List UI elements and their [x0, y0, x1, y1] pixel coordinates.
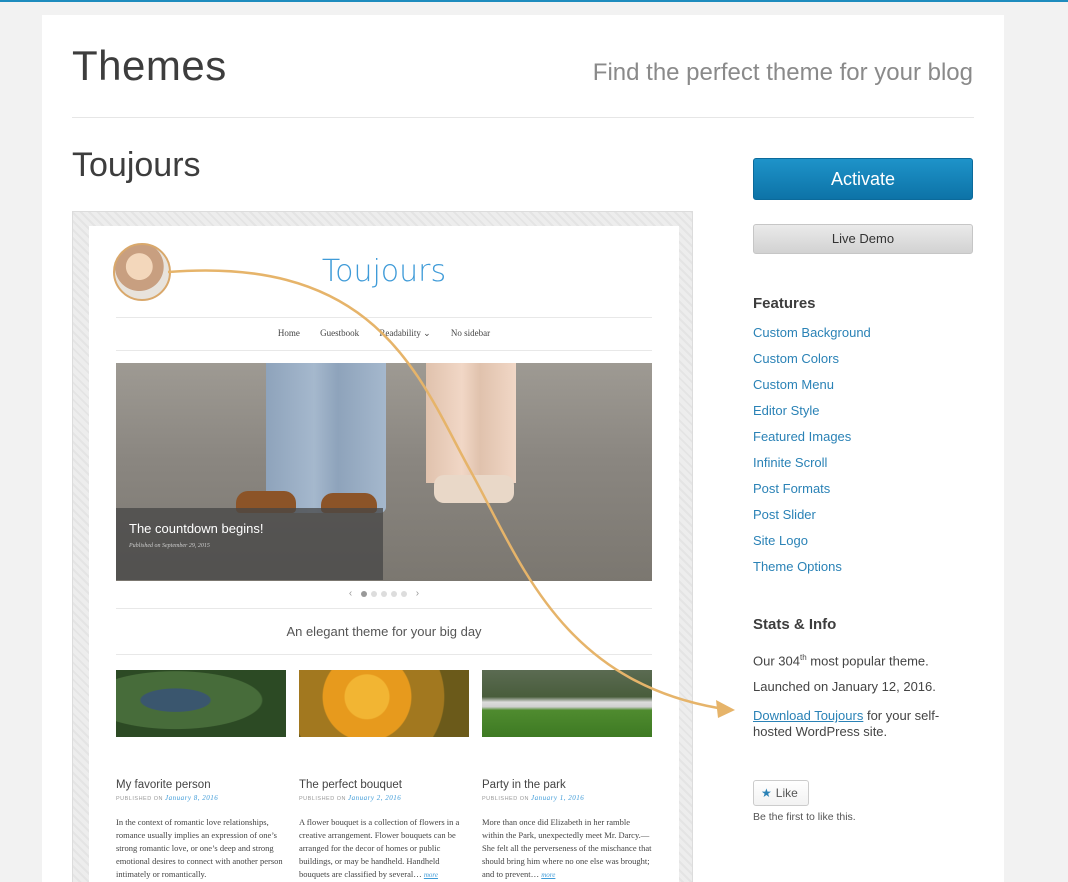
post-thumbnail [299, 670, 469, 737]
post-more-link[interactable]: more [424, 871, 438, 879]
preview-menu-item: Guestbook [320, 328, 360, 338]
feature-link[interactable]: Post Formats [753, 481, 871, 507]
page-title: Themes [72, 42, 227, 89]
header-divider [72, 117, 974, 118]
slide-caption: The countdown begins! Published on Septe… [116, 508, 383, 580]
preview-tagline: An elegant theme for your big day [286, 624, 482, 639]
theme-preview-frame: Toujours Home Guestbook Readability ⌄ No… [72, 211, 693, 882]
preview-rule [116, 350, 652, 351]
post-excerpt: A flower bouquet is a collection of flow… [299, 817, 460, 879]
page-tagline: Find the perfect theme for your blog [592, 59, 973, 86]
chevron-right-icon: › [415, 588, 420, 599]
preview-slider-image: The countdown begins! Published on Septe… [116, 363, 652, 581]
post-title: The perfect bouquet [299, 779, 402, 791]
post-title: My favorite person [116, 779, 211, 791]
post-thumbnail [482, 670, 652, 737]
slide-title: The countdown begins! [129, 521, 264, 536]
slider-dot [361, 590, 367, 597]
feature-link[interactable]: Featured Images [753, 429, 871, 455]
popularity-stat: Our 304th most popular theme. [753, 653, 929, 669]
star-icon: ★ [761, 786, 772, 800]
preview-post: My favorite person PUBLISHED ON January … [116, 670, 286, 881]
like-note: Be the first to like this. [753, 811, 856, 823]
preview-rule [116, 654, 652, 655]
like-button[interactable]: ★ Like [753, 780, 809, 806]
slider-pagination: ‹ › [89, 588, 679, 599]
preview-post: The perfect bouquet PUBLISHED ON January… [299, 670, 469, 882]
feature-link[interactable]: Site Logo [753, 533, 871, 559]
theme-page-card: Themes Find the perfect theme for your b… [42, 15, 1004, 882]
post-thumbnail [116, 670, 286, 737]
top-accent-line [0, 0, 1068, 2]
slide-date: Published on September 29, 2015 [129, 543, 210, 549]
slider-dot [391, 590, 397, 597]
download-link[interactable]: Download Toujours [753, 708, 863, 723]
feature-link[interactable]: Editor Style [753, 403, 871, 429]
preview-menu-item: Home [277, 328, 300, 338]
post-title: Party in the park [482, 779, 566, 791]
chevron-left-icon: ‹ [348, 588, 353, 599]
slider-dot [401, 590, 407, 597]
feature-link[interactable]: Custom Colors [753, 351, 871, 377]
post-meta: PUBLISHED ON January 1, 2016 [482, 794, 585, 802]
preview-rule [116, 608, 652, 609]
preview-menu: Home Guestbook Readability ⌄ No sidebar [89, 328, 679, 339]
theme-preview-page: Toujours Home Guestbook Readability ⌄ No… [89, 226, 679, 882]
slider-dot [371, 590, 377, 597]
preview-menu-item: Readability ⌄ [379, 328, 431, 338]
features-heading: Features [753, 295, 816, 312]
activate-button[interactable]: Activate [753, 158, 973, 200]
feature-link[interactable]: Custom Menu [753, 377, 871, 403]
preview-rule [116, 317, 652, 318]
post-meta: PUBLISHED ON January 8, 2016 [116, 794, 219, 802]
preview-post: Party in the park PUBLISHED ON January 1… [482, 670, 652, 882]
post-excerpt: More than once did Elizabeth in her ramb… [482, 817, 652, 879]
feature-link[interactable]: Infinite Scroll [753, 455, 871, 481]
features-list: Custom Background Custom Colors Custom M… [753, 325, 871, 585]
post-meta: PUBLISHED ON January 2, 2016 [299, 794, 402, 802]
stats-heading: Stats & Info [753, 616, 837, 633]
preview-menu-item: No sidebar [450, 328, 491, 338]
feature-link[interactable]: Theme Options [753, 559, 871, 585]
post-excerpt: In the context of romantic love relation… [116, 817, 283, 879]
preview-site-title: Toujours [321, 254, 447, 289]
feature-link[interactable]: Post Slider [753, 507, 871, 533]
slider-dot [381, 590, 387, 597]
feature-link[interactable]: Custom Background [753, 325, 871, 351]
post-more-link[interactable]: more [541, 871, 555, 879]
download-info: Download Toujours for your self-hosted W… [753, 708, 940, 739]
live-demo-button[interactable]: Live Demo [753, 224, 973, 254]
launch-date-stat: Launched on January 12, 2016. [753, 679, 936, 694]
theme-name: Toujours [72, 146, 201, 184]
